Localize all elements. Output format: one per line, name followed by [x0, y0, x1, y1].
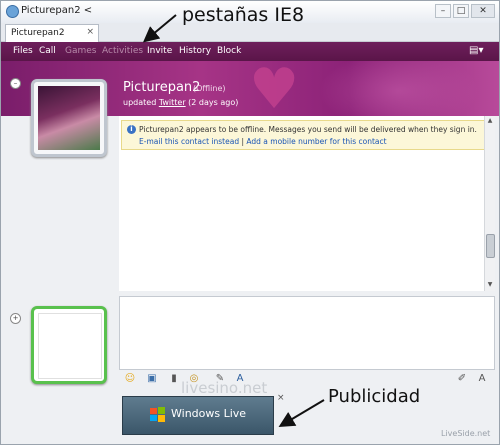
emoticon-icon[interactable]: ☺	[123, 372, 137, 385]
contact-update: updated Twitter (2 days ago)	[123, 98, 238, 107]
app-icon	[6, 5, 19, 18]
scroll-up-icon[interactable]: ▲	[485, 116, 495, 126]
annotation-tabs: pestañas IE8	[182, 4, 305, 26]
messenger-window: Picturepan2 < – □ ✕ Picturepan2 × Files …	[0, 0, 500, 445]
self-avatar[interactable]	[31, 306, 107, 384]
twitter-link[interactable]: Twitter	[159, 98, 186, 107]
minimize-icon[interactable]: –	[435, 4, 451, 18]
menu-games[interactable]: Games	[65, 46, 96, 56]
menu-options-icon[interactable]: ▤▾	[469, 45, 485, 57]
watermark-corner: LiveSide.net	[441, 429, 491, 438]
menu-block[interactable]: Block	[217, 46, 241, 56]
close-icon[interactable]: ✕	[471, 4, 495, 18]
pen-tool-icon[interactable]: ✐	[455, 372, 469, 385]
annotation-ads: Publicidad	[328, 386, 421, 407]
contact-name: Picturepan2	[123, 80, 201, 95]
banner-decoration	[319, 61, 479, 116]
link-separator: |	[241, 137, 244, 146]
add-mobile-link[interactable]: Add a mobile number for this contact	[246, 137, 386, 146]
ad-text: Windows Live	[171, 407, 247, 420]
offline-message: Picturepan2 appears to be offline. Messa…	[139, 125, 477, 134]
contact-status: (Offline)	[193, 84, 226, 93]
ad-close-icon[interactable]: ×	[277, 393, 285, 403]
voice-clip-icon[interactable]: ▮	[167, 372, 181, 385]
offline-info-bar: i Picturepan2 appears to be offline. Mes…	[121, 120, 486, 150]
collapse-contact-icon[interactable]: –	[10, 78, 21, 89]
tab-close-icon[interactable]: ×	[86, 27, 94, 37]
heart-decoration: ♥	[249, 61, 300, 116]
window-title: Picturepan2 <	[21, 5, 93, 16]
tab-label: Picturepan2	[11, 28, 65, 38]
update-prefix: updated	[123, 98, 157, 107]
compose-toolbar: ☺ ▣ ▮ ◎ ✎ A ✐ A	[119, 370, 493, 388]
menu-history[interactable]: History	[179, 46, 211, 56]
contact-avatar[interactable]	[31, 79, 107, 157]
text-mode-icon[interactable]: A	[475, 372, 489, 385]
menu-files[interactable]: Files	[13, 46, 33, 56]
tab-picturepan2[interactable]: Picturepan2 ×	[5, 24, 99, 42]
conversation-scrollbar[interactable]: ▲ ▼	[484, 116, 495, 291]
menu-invite[interactable]: Invite	[147, 46, 172, 56]
info-icon: i	[127, 125, 136, 134]
collapse-self-icon[interactable]: +	[10, 313, 21, 324]
watermark-center: livesino.net	[181, 379, 268, 397]
menu-activities[interactable]: Activities	[102, 46, 143, 56]
menu-bar: Files Call Games Activities Invite Histo…	[1, 42, 499, 61]
email-contact-link[interactable]: E-mail this contact instead	[139, 137, 239, 146]
scroll-thumb[interactable]	[486, 234, 495, 258]
message-input[interactable]	[119, 296, 495, 370]
menu-call[interactable]: Call	[39, 46, 56, 56]
update-time: (2 days ago)	[188, 98, 239, 107]
maximize-icon[interactable]: □	[453, 4, 469, 18]
windows-flag-icon	[150, 407, 165, 422]
wink-icon[interactable]: ▣	[145, 372, 159, 385]
windows-live-ad[interactable]: Windows Live	[122, 396, 274, 435]
scroll-down-icon[interactable]: ▼	[485, 280, 495, 290]
